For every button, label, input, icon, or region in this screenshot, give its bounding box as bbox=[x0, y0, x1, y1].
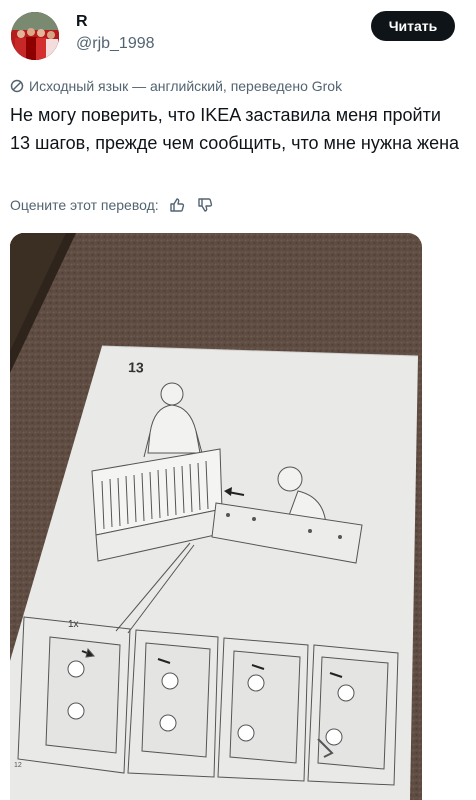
author-handle[interactable]: @rjb_1998 bbox=[76, 35, 155, 53]
detail-panel-4 bbox=[317, 656, 389, 770]
detail-quantity: 1x bbox=[68, 619, 79, 630]
detail-panel-2 bbox=[141, 642, 211, 758]
slashed-circle-icon bbox=[10, 79, 24, 93]
thumbs-up-icon[interactable] bbox=[167, 195, 187, 215]
detail-panel-1 bbox=[45, 636, 121, 754]
thumbs-down-icon[interactable] bbox=[195, 195, 215, 215]
post-photo[interactable]: 13 1x 12 bbox=[10, 233, 422, 800]
step-number: 13 bbox=[128, 359, 144, 376]
post-header: R @rjb_1998 Читать bbox=[0, 0, 476, 70]
detail-panel-3 bbox=[229, 650, 301, 764]
translation-note-text: Исходный язык — английский, переведено G… bbox=[29, 78, 343, 94]
post-text: Не могу поверить, что IKEA заставила мен… bbox=[10, 105, 460, 153]
rate-translation-label: Оцените этот перевод: bbox=[10, 197, 159, 213]
translation-note[interactable]: Исходный язык — английский, переведено G… bbox=[10, 77, 342, 95]
author-name[interactable]: R bbox=[76, 13, 88, 31]
avatar[interactable] bbox=[11, 12, 59, 60]
read-button[interactable]: Читать bbox=[371, 11, 455, 41]
rate-translation: Оцените этот перевод: bbox=[10, 195, 215, 215]
page-number: 12 bbox=[14, 762, 22, 769]
